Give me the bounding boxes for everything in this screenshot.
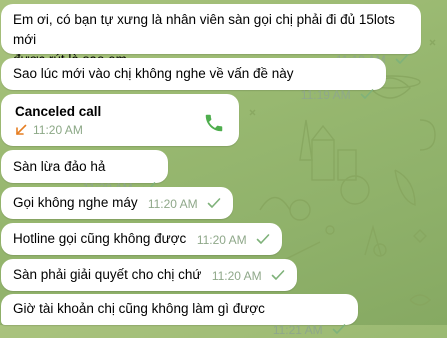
message-bubble[interactable]: Sàn lừa đảo hả 11:20 AM: [1, 150, 168, 195]
check-icon: [360, 89, 374, 99]
message-meta: 11:20 AM: [197, 232, 270, 248]
message-time: 11:21 AM: [272, 323, 323, 337]
message-meta: 11:19 AM: [301, 87, 374, 103]
message-bubble[interactable]: Sàn phải giải quyết cho chị chứ 11:20 AM: [1, 259, 297, 291]
check-icon: [207, 198, 221, 208]
message-bubble[interactable]: Gọi không nghe máy 11:20 AM: [1, 187, 233, 219]
message-text: Giờ tài khoản chị cũng không làm gì được: [13, 301, 265, 316]
message-meta: 11:20 AM: [212, 268, 285, 284]
message-text: Sàn lừa đảo hả: [13, 159, 106, 174]
message-meta: 11:20 AM: [148, 196, 221, 212]
message-meta: 11:21 AM: [273, 322, 346, 338]
call-bubble[interactable]: Canceled call 11:20 AM: [1, 94, 239, 146]
missed-call-arrow-icon: [16, 124, 27, 135]
call-title: Canceled call: [15, 104, 102, 119]
message-bubble[interactable]: Em ơi, có bạn tự xưng là nhân viên sàn g…: [1, 4, 421, 67]
check-icon: [271, 270, 285, 280]
message-bubble[interactable]: Sao lúc mới vào chị không nghe về vấn đề…: [1, 58, 386, 102]
message-time: 11:20 AM: [211, 269, 262, 283]
message-bubble[interactable]: Giờ tài khoản chị cũng không làm gì được…: [1, 294, 358, 337]
message-time: 11:19 AM: [300, 88, 351, 102]
message-text: Sao lúc mới vào chị không nghe về vấn đề…: [13, 66, 294, 81]
message-text: Gọi không nghe máy: [13, 195, 138, 210]
call-meta: 11:20 AM: [15, 123, 225, 137]
call-time: 11:20 AM: [33, 123, 83, 137]
message-time: 11:20 AM: [147, 197, 198, 211]
message-text: Sàn phải giải quyết cho chị chứ: [13, 267, 202, 282]
message-time: 11:20 AM: [196, 233, 247, 247]
message-bubble[interactable]: Hotline gọi cũng không được 11:20 AM: [1, 223, 282, 255]
message-text: Hotline gọi cũng không được: [13, 231, 187, 246]
phone-icon[interactable]: [203, 112, 225, 134]
check-icon: [395, 54, 409, 64]
message-text: Em ơi, có bạn tự xưng là nhân viên sàn g…: [13, 12, 395, 47]
check-icon: [256, 234, 270, 244]
chat-area: Em ơi, có bạn tự xưng là nhân viên sàn g…: [0, 0, 447, 337]
